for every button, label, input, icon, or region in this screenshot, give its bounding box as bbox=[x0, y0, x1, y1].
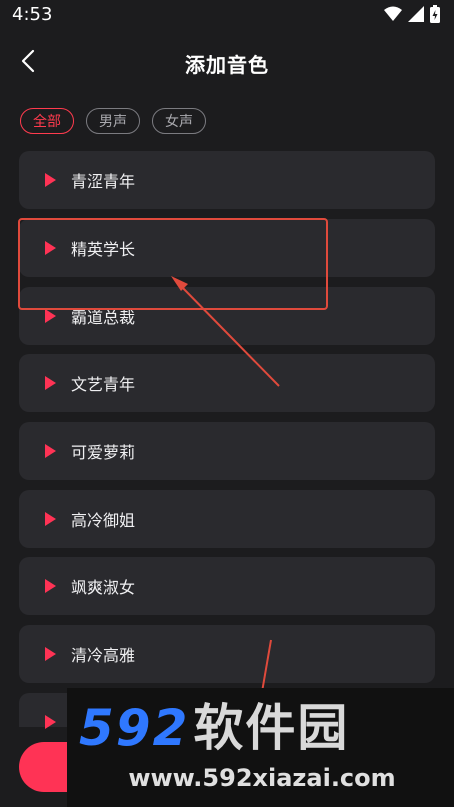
play-icon[interactable] bbox=[45, 647, 56, 661]
play-icon[interactable] bbox=[45, 309, 56, 323]
play-icon[interactable] bbox=[45, 715, 56, 729]
voice-item[interactable]: 高冷御姐 bbox=[19, 490, 435, 548]
filter-tabs: 全部 男声 女声 bbox=[20, 108, 206, 134]
filter-chip-female[interactable]: 女声 bbox=[152, 108, 206, 134]
voice-name: 清冷高雅 bbox=[71, 646, 136, 665]
filter-chip-all[interactable]: 全部 bbox=[20, 108, 74, 134]
play-icon[interactable] bbox=[45, 579, 56, 593]
voice-item[interactable]: 清冷高雅 bbox=[19, 625, 435, 683]
voice-name: 可爱萝莉 bbox=[71, 443, 136, 462]
watermark-url: www.592xiazai.com bbox=[128, 764, 396, 792]
watermark-logo: 592软件园 www.592xiazai.com bbox=[67, 688, 454, 807]
status-time: 4:53 bbox=[12, 4, 53, 25]
wifi-icon bbox=[384, 6, 402, 21]
voice-name: 青涩青年 bbox=[71, 172, 136, 191]
watermark-title: 592软件园 bbox=[79, 699, 350, 757]
header: 添加音色 bbox=[0, 38, 454, 86]
play-icon[interactable] bbox=[45, 376, 56, 390]
play-icon[interactable] bbox=[45, 512, 56, 526]
voice-item[interactable]: 文艺青年 bbox=[19, 354, 435, 412]
signal-icon bbox=[408, 6, 424, 22]
annotation-highlight-box bbox=[18, 218, 328, 310]
voice-name: 文艺青年 bbox=[71, 375, 136, 394]
filter-chip-male[interactable]: 男声 bbox=[86, 108, 140, 134]
battery-icon bbox=[430, 5, 440, 23]
voice-name: 高冷御姐 bbox=[71, 511, 136, 530]
status-icons bbox=[384, 5, 440, 23]
page-title: 添加音色 bbox=[185, 53, 269, 77]
play-icon[interactable] bbox=[45, 173, 56, 187]
voice-item[interactable]: 可爱萝莉 bbox=[19, 422, 435, 480]
status-bar: 4:53 bbox=[0, 0, 454, 32]
play-icon[interactable] bbox=[45, 444, 56, 458]
voice-item[interactable]: 飒爽淑女 bbox=[19, 557, 435, 615]
voice-name: 飒爽淑女 bbox=[71, 578, 136, 597]
voice-item[interactable]: 青涩青年 bbox=[19, 151, 435, 209]
